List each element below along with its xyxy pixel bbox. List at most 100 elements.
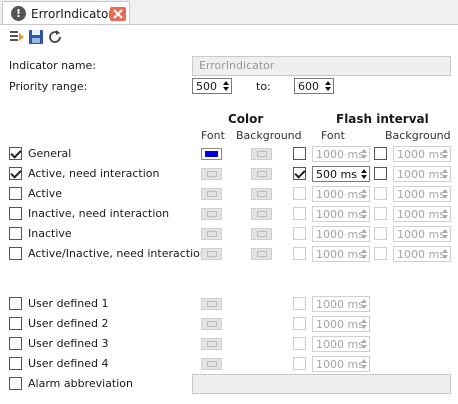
flash-font-checkbox[interactable] bbox=[293, 317, 306, 330]
font-color-swatch[interactable] bbox=[201, 188, 222, 200]
alarm-abbreviation-checkbox[interactable] bbox=[9, 377, 22, 390]
flash-font-checkbox[interactable] bbox=[293, 247, 306, 260]
interval-spinner[interactable]: 1000 ms bbox=[393, 206, 451, 222]
interval-spinner[interactable]: 1000 ms bbox=[393, 146, 451, 162]
spinner-arrows-icon[interactable] bbox=[441, 248, 449, 260]
envelope-icon bbox=[207, 171, 217, 177]
interval-value: 1000 ms bbox=[316, 318, 364, 331]
flash-font-checkbox[interactable] bbox=[293, 297, 306, 310]
envelope-icon bbox=[207, 301, 217, 307]
spinner-arrows-icon[interactable] bbox=[441, 208, 449, 220]
flash-font-checkbox[interactable] bbox=[293, 337, 306, 350]
priority-from-spinner[interactable]: 500 bbox=[192, 78, 232, 94]
background-color-swatch[interactable] bbox=[251, 168, 272, 180]
background-color-swatch[interactable] bbox=[251, 148, 272, 160]
row-checkbox[interactable] bbox=[9, 247, 22, 260]
background-color-swatch[interactable] bbox=[251, 228, 272, 240]
interval-spinner[interactable]: 1000 ms bbox=[312, 356, 370, 372]
interval-spinner[interactable]: 1000 ms bbox=[393, 246, 451, 262]
font-color-swatch[interactable] bbox=[201, 318, 222, 330]
interval-value: 1000 ms bbox=[316, 248, 364, 261]
user-row-checkbox[interactable] bbox=[9, 297, 22, 310]
font-color-swatch[interactable] bbox=[201, 148, 222, 160]
envelope-icon bbox=[207, 211, 217, 217]
spinner-arrows-icon[interactable] bbox=[441, 228, 449, 240]
spinner-arrows-icon[interactable] bbox=[360, 358, 368, 370]
flash-font-checkbox[interactable] bbox=[293, 167, 306, 180]
envelope-icon bbox=[207, 321, 217, 327]
interval-spinner[interactable]: 1000 ms bbox=[312, 336, 370, 352]
interval-spinner[interactable]: 1000 ms bbox=[312, 146, 370, 162]
indicator-name-input[interactable]: ErrorIndicator bbox=[192, 56, 451, 76]
row-checkbox[interactable] bbox=[9, 227, 22, 240]
interval-spinner[interactable]: 1000 ms bbox=[393, 166, 451, 182]
user-row-label: User defined 4 bbox=[28, 357, 109, 370]
spinner-arrows-icon[interactable] bbox=[360, 338, 368, 350]
priority-from-value: 500 bbox=[196, 80, 217, 93]
row-checkbox[interactable] bbox=[9, 207, 22, 220]
user-row-checkbox[interactable] bbox=[9, 357, 22, 370]
flash-font-checkbox[interactable] bbox=[293, 357, 306, 370]
interval-spinner[interactable]: 1000 ms bbox=[312, 296, 370, 312]
flash-background-checkbox[interactable] bbox=[374, 207, 387, 220]
refresh-icon[interactable] bbox=[47, 29, 63, 45]
spinner-arrows-icon[interactable] bbox=[360, 168, 368, 180]
font-color-swatch[interactable] bbox=[201, 338, 222, 350]
export-icon[interactable] bbox=[9, 29, 25, 45]
background-color-swatch[interactable] bbox=[251, 208, 272, 220]
spinner-arrows-icon[interactable] bbox=[360, 208, 368, 220]
font-color-swatch[interactable] bbox=[201, 168, 222, 180]
background-color-swatch[interactable] bbox=[251, 248, 272, 260]
spinner-arrows-icon[interactable] bbox=[441, 168, 449, 180]
interval-value: 1000 ms bbox=[316, 298, 364, 311]
tab-error-indicator[interactable]: ! ErrorIndicator * bbox=[2, 1, 130, 24]
interval-value: 1000 ms bbox=[397, 208, 445, 221]
close-icon[interactable] bbox=[110, 7, 126, 21]
font-color-swatch[interactable] bbox=[201, 298, 222, 310]
flash-background-checkbox[interactable] bbox=[374, 187, 387, 200]
flash-font-column-header: Font bbox=[321, 129, 345, 142]
interval-spinner[interactable]: 1000 ms bbox=[312, 226, 370, 242]
flash-background-checkbox[interactable] bbox=[374, 247, 387, 260]
flash-font-checkbox[interactable] bbox=[293, 147, 306, 160]
user-row-checkbox[interactable] bbox=[9, 337, 22, 350]
interval-spinner[interactable]: 1000 ms bbox=[393, 186, 451, 202]
interval-spinner[interactable]: 1000 ms bbox=[312, 246, 370, 262]
flash-font-checkbox[interactable] bbox=[293, 227, 306, 240]
spinner-arrows-icon[interactable] bbox=[360, 148, 368, 160]
spinner-arrows-icon[interactable] bbox=[324, 80, 332, 92]
spinner-arrows-icon[interactable] bbox=[360, 188, 368, 200]
spinner-arrows-icon[interactable] bbox=[360, 248, 368, 260]
priority-to-spinner[interactable]: 600 bbox=[294, 78, 334, 94]
interval-spinner[interactable]: 500 ms bbox=[312, 166, 370, 182]
flash-background-checkbox[interactable] bbox=[374, 147, 387, 160]
interval-spinner[interactable]: 1000 ms bbox=[312, 186, 370, 202]
save-icon[interactable] bbox=[28, 29, 44, 45]
user-row-checkbox[interactable] bbox=[9, 317, 22, 330]
interval-spinner[interactable]: 1000 ms bbox=[312, 316, 370, 332]
spinner-arrows-icon[interactable] bbox=[360, 298, 368, 310]
alarm-abbreviation-input[interactable] bbox=[192, 374, 451, 394]
spinner-arrows-icon[interactable] bbox=[441, 188, 449, 200]
flash-font-checkbox[interactable] bbox=[293, 207, 306, 220]
row-checkbox[interactable] bbox=[9, 167, 22, 180]
interval-value: 1000 ms bbox=[397, 248, 445, 261]
spinner-arrows-icon[interactable] bbox=[441, 148, 449, 160]
spinner-arrows-icon[interactable] bbox=[360, 228, 368, 240]
interval-spinner[interactable]: 1000 ms bbox=[393, 226, 451, 242]
font-color-swatch[interactable] bbox=[201, 208, 222, 220]
priority-range-label: Priority range: bbox=[9, 80, 88, 93]
flash-background-checkbox[interactable] bbox=[374, 227, 387, 240]
font-color-swatch[interactable] bbox=[201, 248, 222, 260]
background-color-swatch[interactable] bbox=[251, 188, 272, 200]
user-row-label: User defined 3 bbox=[28, 337, 109, 350]
font-color-swatch[interactable] bbox=[201, 358, 222, 370]
interval-spinner[interactable]: 1000 ms bbox=[312, 206, 370, 222]
font-color-swatch[interactable] bbox=[201, 228, 222, 240]
flash-font-checkbox[interactable] bbox=[293, 187, 306, 200]
row-checkbox[interactable] bbox=[9, 147, 22, 160]
spinner-arrows-icon[interactable] bbox=[360, 318, 368, 330]
spinner-arrows-icon[interactable] bbox=[222, 80, 230, 92]
flash-background-checkbox[interactable] bbox=[374, 167, 387, 180]
row-checkbox[interactable] bbox=[9, 187, 22, 200]
